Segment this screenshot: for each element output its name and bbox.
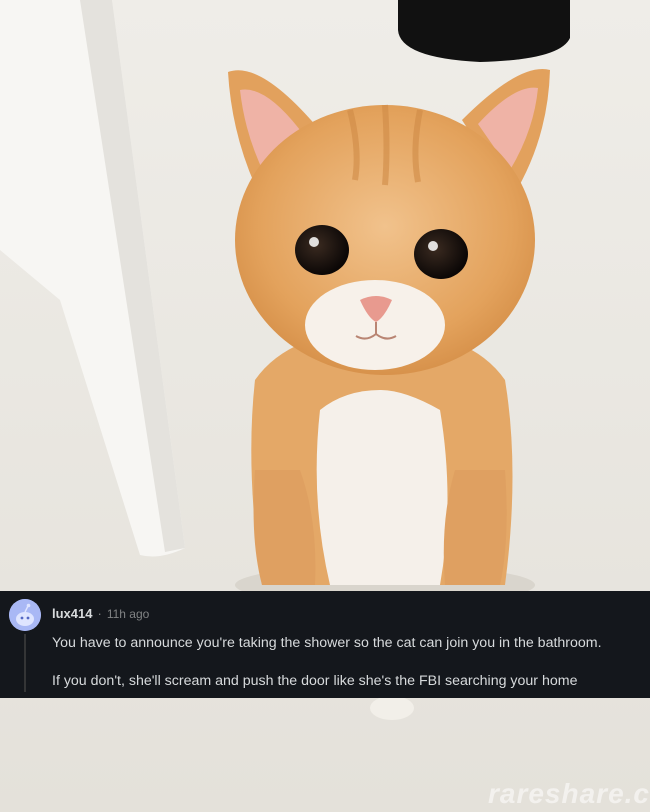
comment-paragraph: If you don't, she'll scream and push the… [52, 673, 578, 689]
snoo-avatar-icon [9, 599, 41, 631]
comment-card: lux414 · 11h ago You have to announce you'… [0, 591, 650, 698]
user-avatar[interactable] [9, 599, 41, 631]
comment-paragraph: You have to announce you're taking the s… [52, 635, 602, 651]
meta-separator: · [97, 606, 102, 621]
thread-line[interactable] [24, 634, 26, 692]
watermark: rareshare.c [487, 778, 650, 809]
comment-meta: lux414 · 11h ago [52, 606, 149, 622]
comment-username[interactable]: lux414 [52, 606, 92, 621]
comment-timestamp[interactable]: 11h ago [107, 607, 150, 621]
